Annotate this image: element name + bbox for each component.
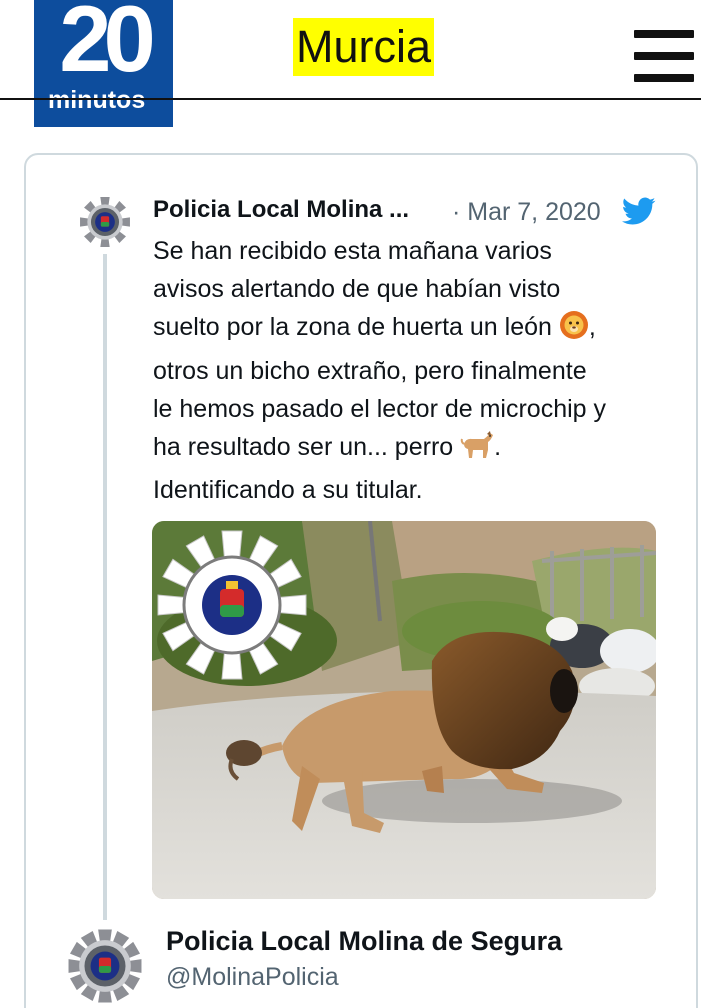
section-label[interactable]: Murcia xyxy=(293,18,435,76)
logo-word: minutos xyxy=(48,86,146,114)
dog-emoji xyxy=(460,430,494,471)
police-badge-avatar[interactable] xyxy=(79,196,131,248)
site-logo[interactable]: 20 minutos xyxy=(34,0,173,127)
author-name[interactable]: Policia Local Molina de Segura xyxy=(166,926,562,957)
tweet-text-segment: ha resultado ser un... perro xyxy=(153,433,454,462)
tweet-text-line: suelto por la zona de huerta un león , xyxy=(153,308,673,351)
tweet-text-line: Se han recibido esta mañana varios xyxy=(153,237,552,265)
author-handle[interactable]: @MolinaPolicia xyxy=(166,963,339,992)
logo-number: 20 xyxy=(59,0,156,91)
tweet-text-line: le hemos pasado el lector de microchip y xyxy=(153,394,607,423)
tweet-text-line: otros un bicho extraño, pero finalmente xyxy=(153,356,587,385)
lion-face-emoji xyxy=(559,310,589,351)
tweet-text-line: Identificando a su titular. xyxy=(153,476,423,505)
tweet-text: Se han recibido esta mañana varios aviso… xyxy=(153,232,673,509)
tweet-author-name[interactable]: Policia Local Molina ... xyxy=(153,196,409,224)
police-badge-avatar[interactable] xyxy=(67,928,143,1004)
tweet-text-line: avisos alertando de que habían visto xyxy=(153,275,561,304)
tweet-text-segment: . xyxy=(494,433,502,462)
twitter-bird-icon[interactable] xyxy=(622,197,656,227)
header-divider xyxy=(0,98,701,100)
tweet-text-segment: , xyxy=(588,313,596,342)
hamburger-menu-icon[interactable] xyxy=(634,30,694,84)
site-header: 20 minutos Murcia xyxy=(0,0,701,130)
thread-line xyxy=(103,254,107,920)
tweet-date[interactable]: · Mar 7, 2020 xyxy=(452,198,601,227)
tweet-photo[interactable] xyxy=(152,521,656,899)
tweet-text-line: ha resultado ser un... perro . xyxy=(153,428,673,471)
tweet-text-segment: suelto por la zona de huerta un león xyxy=(153,313,552,342)
